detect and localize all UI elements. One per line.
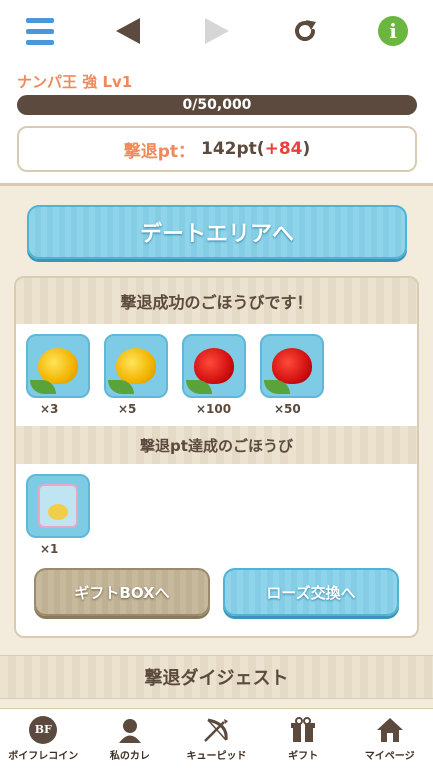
rewards-panel: 撃退成功のごほうびです！ ×3 ×5 ×100 ×50 撃退pt達成のごほうび …: [14, 276, 419, 638]
tab-label: キューピッド: [186, 750, 247, 762]
reward-item[interactable]: ×1: [26, 474, 92, 566]
date-area-button[interactable]: デートエリアへ: [27, 205, 407, 259]
cupid-bow-icon: [204, 718, 229, 742]
tab-bar: BF ボイフレコイン 私のカレ キューピッド ギフト マイページ: [0, 708, 433, 768]
item-count: ×5: [118, 402, 137, 416]
top-nav: i: [0, 0, 433, 62]
hamburger-icon[interactable]: [22, 13, 58, 49]
tab-label: 私のカレ: [109, 750, 150, 762]
boyfriend-icon: [118, 718, 141, 743]
pt-rewards-header: 撃退pt達成のごほうび: [16, 426, 417, 464]
gift-box-button[interactable]: ギフトBOXへ: [34, 568, 210, 616]
yellow-rose-icon: [104, 334, 168, 398]
hp-bar: 0/50,000: [17, 95, 417, 115]
enemy-name: ナンパ王 強 Lv1: [17, 73, 133, 91]
tab-my-page[interactable]: マイページ: [346, 709, 433, 768]
tab-cupid[interactable]: キューピッド: [173, 709, 260, 768]
points-close-paren: ): [302, 139, 311, 159]
points-value: 142pt: [201, 139, 257, 159]
reward-item[interactable]: ×5: [104, 334, 170, 426]
tab-label: ギフト: [288, 750, 319, 762]
reward-buttons: ギフトBOXへ ローズ交換へ: [16, 568, 417, 616]
rewards-header: 撃退成功のごほうびです！: [16, 278, 417, 324]
item-count: ×100: [196, 402, 232, 416]
rose-exchange-button[interactable]: ローズ交換へ: [223, 568, 399, 616]
triangle-right-icon: [204, 18, 229, 44]
tab-my-boyfriend[interactable]: 私のカレ: [87, 709, 174, 768]
battle-status: ナンパ王 強 Lv1 0/50,000 撃退pt： 142pt ( +84 ): [0, 62, 433, 186]
forward-button[interactable]: [199, 13, 235, 49]
points-gain: +84: [264, 139, 303, 159]
reload-icon: [294, 20, 316, 41]
house-icon: [376, 717, 403, 742]
reward-item[interactable]: ×100: [182, 334, 248, 426]
gift-item-icon: [26, 474, 90, 538]
triangle-left-icon: [116, 18, 141, 44]
info-icon: i: [378, 16, 408, 46]
info-button[interactable]: i: [375, 13, 411, 49]
tab-label: マイページ: [364, 750, 415, 762]
digest-header[interactable]: 撃退ダイジェスト: [0, 655, 433, 699]
points-label: 撃退pt：: [123, 141, 196, 162]
red-rose-icon: [260, 334, 324, 398]
pt-reward-items: ×1: [16, 464, 417, 566]
tab-gift[interactable]: ギフト: [260, 709, 347, 768]
item-count: ×1: [40, 542, 59, 556]
reward-item[interactable]: ×3: [26, 334, 92, 426]
tab-bf-coin[interactable]: BF ボイフレコイン: [0, 709, 87, 768]
back-button[interactable]: [110, 13, 146, 49]
gift-box-icon: [291, 716, 316, 742]
reward-items: ×3 ×5 ×100 ×50: [16, 324, 417, 426]
tab-label: ボイフレコイン: [8, 750, 79, 762]
reward-item[interactable]: ×50: [260, 334, 326, 426]
points-open-paren: (: [256, 139, 265, 159]
yellow-rose-icon: [26, 334, 90, 398]
item-count: ×50: [274, 402, 301, 416]
red-rose-icon: [182, 334, 246, 398]
bf-coin-icon: BF: [29, 715, 58, 744]
reload-button[interactable]: [287, 13, 323, 49]
item-count: ×3: [40, 402, 59, 416]
defeat-points-box: 撃退pt： 142pt ( +84 ): [17, 126, 417, 172]
